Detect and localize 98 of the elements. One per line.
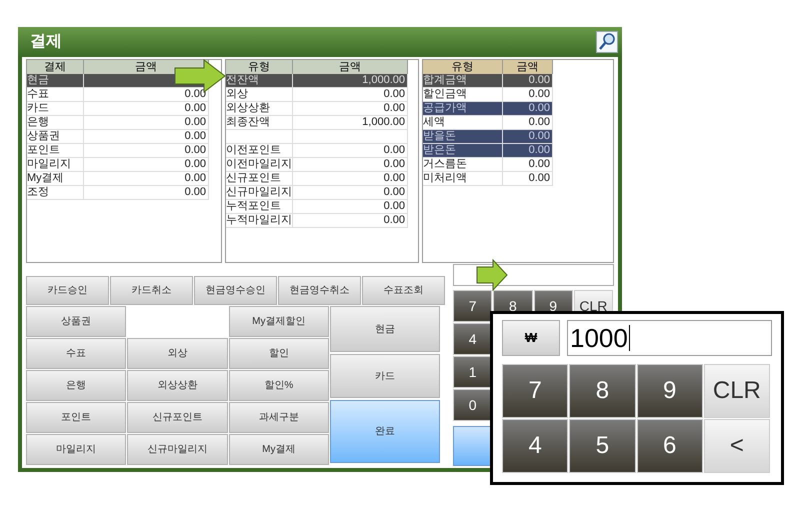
payment-button[interactable]: 외상 <box>127 338 228 369</box>
table-cell[interactable]: 받을돈 <box>423 130 503 144</box>
payment-button[interactable]: 현금 <box>330 306 440 352</box>
function-button[interactable]: 현금영수승인 <box>194 276 277 305</box>
table-cell: 0.00 <box>503 74 553 88</box>
table-cell: 0.00 <box>293 172 408 186</box>
table-cell: 0.00 <box>293 144 408 158</box>
table-cell[interactable]: 할인금액 <box>423 88 503 102</box>
table-cell: 0.00 <box>84 144 209 158</box>
payment-button[interactable]: 할인 <box>228 338 329 369</box>
payment-button[interactable]: 신규포인트 <box>127 402 228 433</box>
payment-button[interactable]: 과세구분 <box>228 402 329 433</box>
table-cell[interactable]: 공급가액 <box>423 102 503 116</box>
keypad-key[interactable]: < <box>704 419 770 473</box>
table-cell[interactable]: 은행 <box>27 116 84 130</box>
arrow-icon <box>476 259 508 291</box>
payment-button[interactable]: 카드 <box>330 354 440 398</box>
currency-button[interactable]: ₩ <box>502 320 560 356</box>
payment-button[interactable]: 포인트 <box>26 402 126 433</box>
table-cell: 0.00 <box>293 102 408 116</box>
table-cell: 0.00 <box>84 88 209 102</box>
function-button[interactable]: 카드승인 <box>26 276 109 305</box>
table-cell[interactable]: 상품권 <box>27 130 84 144</box>
function-button[interactable]: 수표조회 <box>362 276 445 305</box>
payment-button[interactable]: My결제할인 <box>228 306 329 337</box>
table-cell: 0.00 <box>293 200 408 214</box>
payment-button[interactable]: 마일리지 <box>26 434 126 465</box>
column-header: 금액 <box>293 60 408 74</box>
payment-button[interactable]: 은행 <box>26 370 126 401</box>
table-cell[interactable]: 신규마일리지 <box>226 186 293 200</box>
table-cell[interactable]: 현금 <box>27 74 84 88</box>
table-cell: 0.00 <box>503 172 553 186</box>
table-cell[interactable]: 거스름돈 <box>423 158 503 172</box>
table-cell[interactable]: 카드 <box>27 102 84 116</box>
keypad-key[interactable]: 0 <box>453 389 492 421</box>
table-cell[interactable]: 합계금액 <box>423 74 503 88</box>
payment-button[interactable]: 신규마일리지 <box>127 434 228 465</box>
table-cell[interactable]: 조정 <box>27 186 84 200</box>
table-cell[interactable]: My결제 <box>27 172 84 186</box>
table-cell[interactable]: 신규포인트 <box>226 172 293 186</box>
search-icon[interactable] <box>596 31 618 53</box>
table-cell[interactable]: 수표 <box>27 88 84 102</box>
keypad-key[interactable]: 9 <box>636 364 703 418</box>
payment-button[interactable]: 완료 <box>330 400 440 463</box>
payment-button[interactable]: 할인% <box>228 370 329 401</box>
table-cell[interactable]: 전잔액 <box>226 74 293 88</box>
keypad-key[interactable]: 7 <box>502 364 568 418</box>
payment-button[interactable]: 외상상환 <box>127 370 228 401</box>
table-cell[interactable] <box>226 130 293 144</box>
table-cell: 1,000.00 <box>293 116 408 130</box>
keypad-key[interactable]: 5 <box>569 419 636 473</box>
table-cell: 0.00 <box>84 172 209 186</box>
table-cell: 0.00 <box>84 102 209 116</box>
payment-button[interactable]: My결제 <box>228 434 329 465</box>
table-cell: 0.00 <box>503 102 553 116</box>
table-cell: 0.00 <box>84 130 209 144</box>
table-cell: 0.00 <box>293 214 408 228</box>
payment-button[interactable]: 수표 <box>26 338 126 369</box>
table-cell[interactable]: 미처리액 <box>423 172 503 186</box>
table-cell[interactable]: 외상상환 <box>226 102 293 116</box>
amount-field[interactable]: 1000 <box>567 320 772 356</box>
table-cell[interactable]: 이전포인트 <box>226 144 293 158</box>
table-cell: 0.00 <box>84 186 209 200</box>
table-cell: 0.00 <box>293 158 408 172</box>
table-cell: 0.00 <box>293 186 408 200</box>
table-cell[interactable]: 받은돈 <box>423 144 503 158</box>
table-cell[interactable]: 누적포인트 <box>226 200 293 214</box>
table-cell: 0.00 <box>503 130 553 144</box>
table-cell: 0.00 <box>293 88 408 102</box>
table-cell: 0.00 <box>84 116 209 130</box>
table-cell: 0.00 <box>84 158 209 172</box>
table-cell[interactable]: 마일리지 <box>27 158 84 172</box>
table-cell[interactable]: 이전마일리지 <box>226 158 293 172</box>
column-header: 유형 <box>226 60 293 74</box>
keypad-key[interactable]: 4 <box>453 323 492 355</box>
column-header: 금액 <box>503 60 553 74</box>
keypad-key[interactable]: 1 <box>453 356 492 388</box>
payment-button[interactable]: 상품권 <box>26 306 126 337</box>
table-cell: 1,000.00 <box>293 74 408 88</box>
keypad-key[interactable]: CLR <box>704 364 770 418</box>
function-button[interactable]: 카드취소 <box>110 276 193 305</box>
column-header: 결제 <box>27 60 84 74</box>
column-header: 유형 <box>423 60 503 74</box>
table-cell[interactable]: 세액 <box>423 116 503 130</box>
table-cell[interactable]: 누적마일리지 <box>226 214 293 228</box>
table-cell[interactable]: 최종잔액 <box>226 116 293 130</box>
table-cell: 0.00 <box>503 144 553 158</box>
table-cell: 0.00 <box>503 158 553 172</box>
keypad-key[interactable]: 8 <box>569 364 636 418</box>
table-cell[interactable]: 외상 <box>226 88 293 102</box>
table-cell: 0.00 <box>503 88 553 102</box>
table-cell[interactable]: 포인트 <box>27 144 84 158</box>
keypad-key[interactable]: 7 <box>453 290 492 322</box>
window-title: 결제 <box>30 32 62 52</box>
table-cell: 0.00 <box>503 116 553 130</box>
keypad-key[interactable]: 6 <box>636 419 703 473</box>
keypad-key[interactable]: 4 <box>502 419 568 473</box>
function-button[interactable]: 현금영수취소 <box>278 276 361 305</box>
